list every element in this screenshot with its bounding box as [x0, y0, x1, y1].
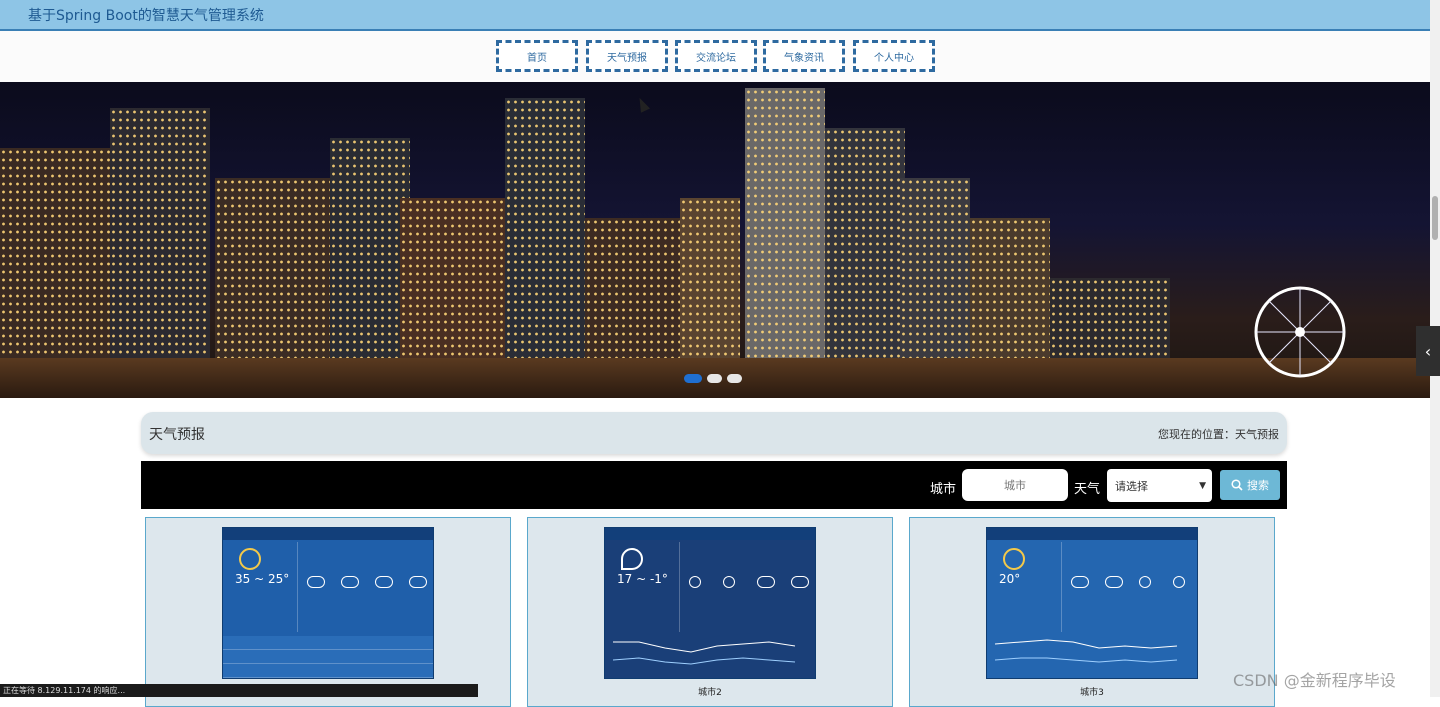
carousel-indicators: [684, 374, 742, 383]
forecast-card[interactable]: 17 ~ -1° 城市2: [527, 517, 893, 707]
watermark: CSDN @金新程序毕设: [1233, 671, 1396, 690]
breadcrumb: 您现在的位置：天气预报: [1158, 428, 1279, 441]
weather-select-value: 请选择: [1115, 479, 1148, 493]
thumb-divider: [1061, 542, 1062, 632]
cloud-icon: [791, 576, 809, 588]
weather-label: 天气: [1074, 482, 1101, 497]
thumb-header: [223, 528, 433, 540]
search-bar: 城市 天气 请选择 ▼ 搜索: [141, 461, 1287, 509]
carousel-dot[interactable]: [684, 374, 702, 383]
app-title: 基于Spring Boot的智慧天气管理系统: [28, 8, 264, 24]
chevron-left-icon[interactable]: ‹: [1416, 326, 1440, 376]
banner-building: [110, 108, 210, 398]
thumb-temp: 20°: [999, 572, 1021, 586]
chevron-down-icon: ▼: [1199, 481, 1206, 491]
sun-icon: [689, 576, 701, 588]
nav-forum[interactable]: 交流论坛: [675, 40, 757, 72]
nav-weather-forecast[interactable]: 天气预报: [586, 40, 668, 72]
banner-building: [745, 88, 825, 398]
browser-status-bar: 正在等待 8.129.11.174 的响应...: [0, 684, 478, 697]
thumb-temp: 17 ~ -1°: [617, 572, 668, 586]
sun-icon: [1139, 576, 1151, 588]
forecast-thumbnail[interactable]: 17 ~ -1°: [604, 527, 816, 679]
sun-icon: [239, 548, 261, 570]
cloud-icon: [1071, 576, 1089, 588]
carousel-dot[interactable]: [727, 374, 742, 383]
cloud-icon: [1105, 576, 1123, 588]
cloud-icon: [409, 576, 427, 588]
temperature-line-chart: [994, 639, 1178, 663]
search-icon: [1231, 479, 1243, 491]
search-button[interactable]: 搜索: [1220, 470, 1280, 500]
forecast-card[interactable]: 35 ~ 25°: [145, 517, 511, 707]
scrollbar-thumb[interactable]: [1432, 196, 1438, 240]
cloud-icon: [757, 576, 775, 588]
thumb-detail-rows: [223, 636, 433, 678]
hero-carousel[interactable]: [0, 82, 1430, 398]
city-search-input[interactable]: [962, 469, 1068, 501]
search-button-label: 搜索: [1247, 479, 1269, 492]
section-title: 天气预报: [149, 427, 205, 443]
forecast-card[interactable]: 20° 城市3: [909, 517, 1275, 707]
cloud-icon: [307, 576, 325, 588]
weather-select[interactable]: 请选择 ▼: [1107, 469, 1212, 502]
sun-icon: [1003, 548, 1025, 570]
banner-building: [505, 98, 585, 398]
card-caption: 城市3: [1080, 688, 1104, 698]
card-caption: 城市2: [698, 688, 722, 698]
cloud-icon: [375, 576, 393, 588]
main-nav: 首页 天气预报 交流论坛 气象资讯 个人中心: [0, 31, 1430, 82]
city-label: 城市: [930, 482, 957, 497]
cloud-icon: [341, 576, 359, 588]
thumb-divider: [679, 542, 680, 632]
thumb-temp: 35 ~ 25°: [235, 572, 290, 586]
moon-icon: [621, 548, 643, 570]
thumb-header: [605, 528, 815, 540]
ferris-wheel-image: [1254, 286, 1346, 378]
sun-icon: [723, 576, 735, 588]
nav-personal-center[interactable]: 个人中心: [853, 40, 935, 72]
nav-home[interactable]: 首页: [496, 40, 578, 72]
breadcrumb-bar: 天气预报 您现在的位置：天气预报: [141, 412, 1287, 454]
thumb-divider: [297, 542, 298, 632]
header-bar: 基于Spring Boot的智慧天气管理系统: [0, 0, 1430, 31]
forecast-thumbnail[interactable]: 35 ~ 25°: [222, 527, 434, 679]
carousel-dot[interactable]: [707, 374, 722, 383]
thumb-header: [987, 528, 1197, 540]
sun-icon: [1173, 576, 1185, 588]
forecast-thumbnail[interactable]: 20°: [986, 527, 1198, 679]
nav-weather-news[interactable]: 气象资讯: [763, 40, 845, 72]
temperature-line-chart: [612, 641, 796, 665]
